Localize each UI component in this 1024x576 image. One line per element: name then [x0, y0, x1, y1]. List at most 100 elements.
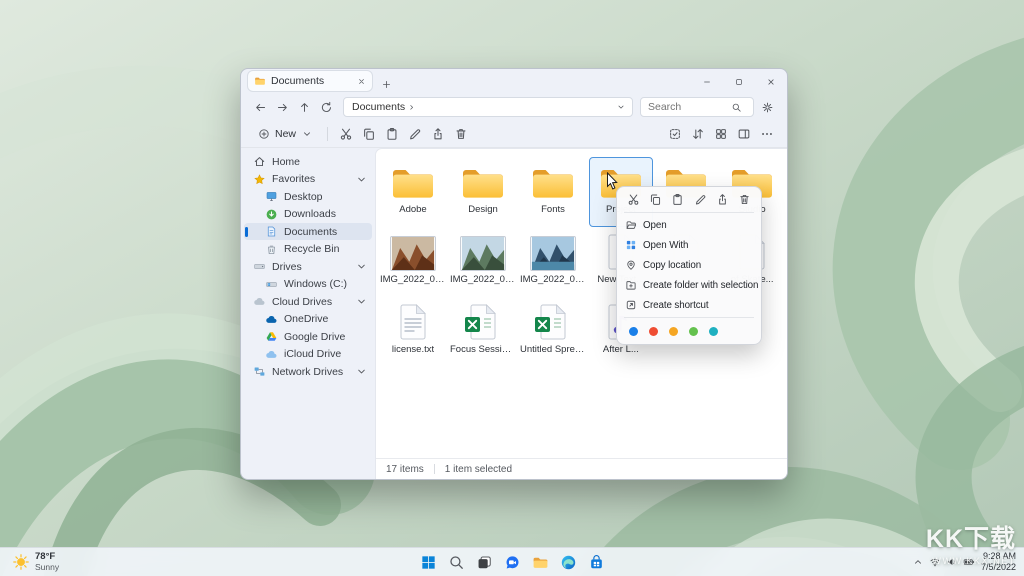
image-icon	[460, 233, 506, 271]
file-label: Design	[468, 204, 498, 215]
menu-item-open[interactable]: Open	[620, 215, 758, 235]
taskbar-chat-button[interactable]	[500, 550, 524, 574]
sidebar-item-home[interactable]: Home	[244, 153, 372, 170]
tag-color-dot[interactable]	[709, 327, 718, 336]
weather-widget[interactable]: 78°F Sunny	[6, 548, 65, 576]
refresh-button[interactable]	[317, 98, 336, 117]
share-button[interactable]	[716, 193, 729, 206]
back-button[interactable]	[251, 98, 270, 117]
tray-volume-icon[interactable]	[946, 556, 958, 568]
more-button[interactable]	[756, 123, 777, 144]
sidebar-item-favorites[interactable]: Favorites	[244, 171, 372, 188]
file-tile-img-2022-06[interactable]: IMG_2022_06...	[379, 227, 447, 297]
menu-item-create-shortcut[interactable]: Create shortcut	[620, 295, 758, 315]
tag-color-dot[interactable]	[649, 327, 658, 336]
chevron-down-icon[interactable]	[355, 173, 368, 186]
sidebar-item-label: iCloud Drive	[284, 348, 368, 360]
sidebar-item-label: Drives	[272, 261, 349, 273]
rename-button[interactable]	[404, 123, 425, 144]
sidebar-item-windows-c[interactable]: Windows (C:)	[244, 276, 372, 293]
navigation-toolbar: Documents	[241, 94, 787, 120]
cut-button[interactable]	[335, 123, 356, 144]
titlebar[interactable]: Documents	[241, 69, 787, 94]
paste-button[interactable]	[381, 123, 402, 144]
taskbar-search-tb-button[interactable]	[444, 550, 468, 574]
file-tile-design[interactable]: Design	[449, 157, 517, 227]
sidebar-item-network-drives[interactable]: Network Drives	[244, 363, 372, 380]
search-box[interactable]	[640, 97, 754, 117]
layout-button[interactable]	[710, 123, 731, 144]
icloud-icon	[265, 348, 278, 361]
chevron-down-icon[interactable]	[616, 102, 626, 112]
tag-color-dot[interactable]	[629, 327, 638, 336]
paste-button[interactable]	[671, 193, 684, 206]
close-button[interactable]	[755, 69, 787, 94]
tray-chev-up-icon[interactable]	[912, 556, 924, 568]
rename-button[interactable]	[694, 193, 707, 206]
copy-button[interactable]	[358, 123, 379, 144]
taskbar-start-button[interactable]	[416, 550, 440, 574]
sidebar-item-icloud-drive[interactable]: iCloud Drive	[244, 346, 372, 363]
sidebar-item-label: Network Drives	[272, 366, 349, 378]
file-tile-img-2022-06[interactable]: IMG_2022_06...	[449, 227, 517, 297]
desktop-icon	[265, 190, 278, 203]
sidebar-item-documents[interactable]: Documents	[244, 223, 372, 240]
search-input[interactable]	[646, 100, 728, 114]
forward-button[interactable]	[273, 98, 292, 117]
tray-wifi-icon[interactable]	[929, 556, 941, 568]
sort-button[interactable]	[687, 123, 708, 144]
tab-documents[interactable]: Documents	[247, 70, 373, 92]
file-tile-untitled-spreads[interactable]: Untitled Spreads...	[519, 297, 587, 367]
minimize-button[interactable]	[691, 69, 723, 94]
sidebar-item-label: Desktop	[284, 191, 368, 203]
menu-item-create-folder-with-selection[interactable]: Create folder with selection	[620, 275, 758, 295]
network-icon	[253, 365, 266, 378]
delete-button[interactable]	[738, 193, 751, 206]
taskbar-store-button[interactable]	[584, 550, 608, 574]
sidebar-item-recycle-bin[interactable]: Recycle Bin	[244, 241, 372, 258]
chevron-down-icon[interactable]	[355, 260, 368, 273]
chevron-down-icon[interactable]	[355, 365, 368, 378]
taskbar-clock[interactable]: 9:28 AM 7/5/2022	[981, 551, 1020, 573]
file-tile-focus-sessions[interactable]: Focus Sessions	[449, 297, 517, 367]
tag-color-dot[interactable]	[689, 327, 698, 336]
file-tile-license-txt[interactable]: license.txt	[379, 297, 447, 367]
sidebar-item-cloud-drives[interactable]: Cloud Drives	[244, 293, 372, 310]
menu-item-copy-location[interactable]: Copy location	[620, 255, 758, 275]
file-tile-adobe[interactable]: Adobe	[379, 157, 447, 227]
open-icon	[625, 219, 637, 231]
file-tile-fonts[interactable]: Fonts	[519, 157, 587, 227]
openwith-icon	[625, 239, 637, 251]
taskbar-taskview-button[interactable]	[472, 550, 496, 574]
maximize-button[interactable]	[723, 69, 755, 94]
tray-battery-icon[interactable]	[963, 556, 975, 568]
select-button[interactable]	[664, 123, 685, 144]
taskbar-explorer-button[interactable]	[528, 550, 552, 574]
sidebar-item-label: Cloud Drives	[272, 296, 349, 308]
file-tile-img-2022-06[interactable]: IMG_2022_06...	[519, 227, 587, 297]
new-tab-button[interactable]	[381, 79, 392, 90]
drive-icon	[253, 260, 266, 273]
breadcrumb[interactable]: Documents	[350, 101, 407, 113]
sidebar-item-downloads[interactable]: Downloads	[244, 206, 372, 223]
settings-gear-icon[interactable]	[757, 97, 777, 117]
copy-button[interactable]	[649, 193, 662, 206]
sidebar-item-onedrive[interactable]: OneDrive	[244, 311, 372, 328]
delete-button[interactable]	[450, 123, 471, 144]
sidebar-item-desktop[interactable]: Desktop	[244, 188, 372, 205]
sidebar-item-drives[interactable]: Drives	[244, 258, 372, 275]
weather-temp: 78°F	[35, 552, 59, 562]
taskbar-edge-button[interactable]	[556, 550, 580, 574]
tab-close-icon[interactable]	[357, 77, 366, 86]
navigation-pane: HomeFavorites Desktop DownloadsDocumentsRe…	[241, 148, 375, 479]
tag-color-dot[interactable]	[669, 327, 678, 336]
address-bar[interactable]: Documents	[343, 97, 633, 117]
up-button[interactable]	[295, 98, 314, 117]
sidebar-item-google-drive[interactable]: Google Drive	[244, 328, 372, 345]
cut-button[interactable]	[627, 193, 640, 206]
menu-item-open-with[interactable]: Open With	[620, 235, 758, 255]
details-button[interactable]	[733, 123, 754, 144]
new-button[interactable]: New	[251, 126, 320, 142]
chevron-down-icon[interactable]	[355, 295, 368, 308]
share-button[interactable]	[427, 123, 448, 144]
